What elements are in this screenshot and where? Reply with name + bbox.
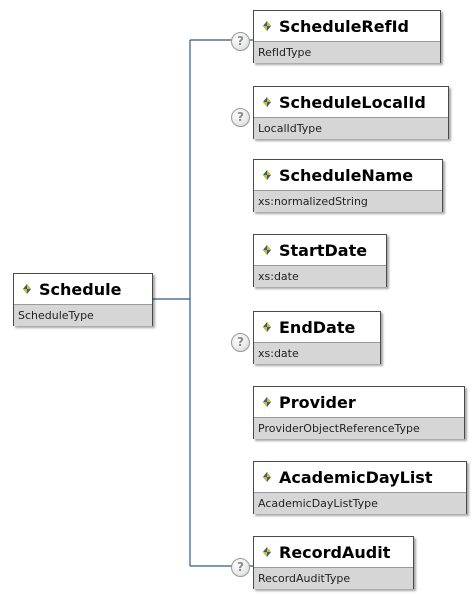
element-icon (263, 21, 271, 31)
root-element-name: Schedule (39, 279, 122, 299)
child-element-schedule-name[interactable]: ScheduleName xs:normalizedString (253, 159, 443, 212)
child-element-schedule-ref-id[interactable]: ScheduleRefId RefIdType (253, 10, 441, 63)
element-icon (23, 284, 31, 294)
optional-help-icon[interactable]: ? (231, 108, 250, 127)
optional-help-icon[interactable]: ? (231, 333, 250, 352)
child-element-start-date[interactable]: StartDate xs:date (253, 234, 387, 287)
root-element-header: Schedule (14, 274, 152, 304)
optional-help-icon[interactable]: ? (231, 558, 250, 577)
child-element-header: Provider (254, 387, 464, 417)
child-element-type: ProviderObjectReferenceType (254, 417, 464, 439)
child-element-record-audit[interactable]: RecordAudit RecordAuditType (253, 536, 414, 589)
child-element-type: xs:date (254, 342, 380, 364)
child-element-name: ScheduleLocalId (279, 92, 426, 112)
element-icon (263, 322, 271, 332)
element-icon (263, 547, 271, 557)
element-icon (263, 397, 271, 407)
child-element-name: EndDate (279, 317, 356, 337)
child-element-end-date[interactable]: EndDate xs:date (253, 311, 381, 364)
child-element-schedule-local-id[interactable]: ScheduleLocalId LocalIdType (253, 86, 449, 139)
child-element-name: Provider (279, 392, 356, 412)
child-element-header: AcademicDayList (254, 462, 466, 492)
child-element-name: AcademicDayList (279, 467, 433, 487)
child-element-name: StartDate (279, 240, 368, 260)
child-element-header: ScheduleLocalId (254, 87, 448, 117)
child-element-academic-day-list[interactable]: AcademicDayList AcademicDayListType (253, 461, 467, 514)
child-element-header: EndDate (254, 312, 380, 342)
optional-help-icon[interactable]: ? (231, 32, 250, 51)
root-element-type: ScheduleType (14, 304, 152, 326)
child-element-name: ScheduleName (279, 165, 414, 185)
element-icon (263, 170, 271, 180)
child-element-type: AcademicDayListType (254, 492, 466, 514)
child-element-provider[interactable]: Provider ProviderObjectReferenceType (253, 386, 465, 439)
child-element-header: ScheduleName (254, 160, 442, 190)
child-element-type: RefIdType (254, 41, 440, 63)
child-element-header: ScheduleRefId (254, 11, 440, 41)
child-element-type: RecordAuditType (254, 567, 413, 589)
child-element-name: RecordAudit (279, 542, 391, 562)
element-icon (263, 245, 271, 255)
child-element-header: StartDate (254, 235, 386, 265)
root-element-schedule[interactable]: Schedule ScheduleType (13, 273, 153, 326)
child-element-type: xs:normalizedString (254, 190, 442, 212)
child-element-name: ScheduleRefId (279, 16, 409, 36)
child-element-type: xs:date (254, 265, 386, 287)
element-icon (263, 97, 271, 107)
element-icon (263, 472, 271, 482)
child-element-header: RecordAudit (254, 537, 413, 567)
child-element-type: LocalIdType (254, 117, 448, 139)
